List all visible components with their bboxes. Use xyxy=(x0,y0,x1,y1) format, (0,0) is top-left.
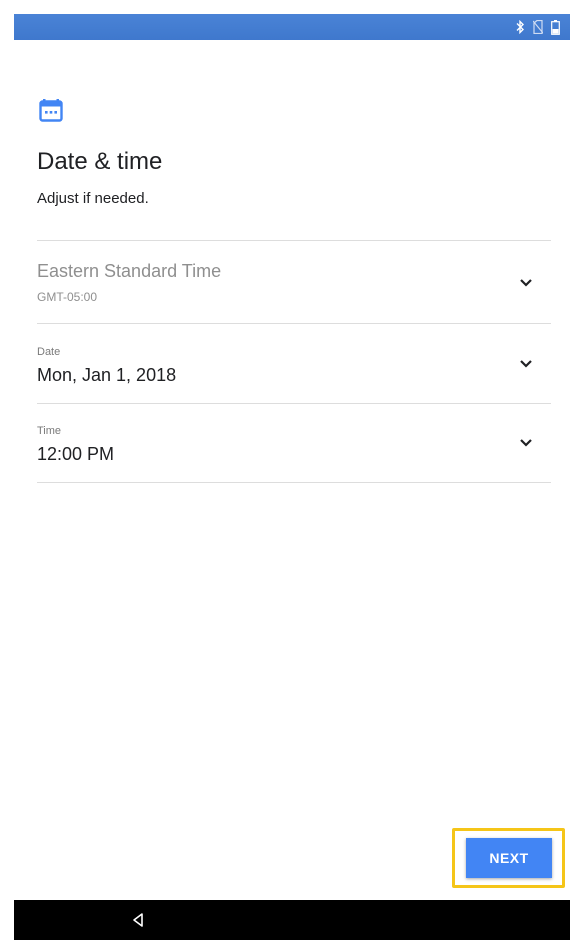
date-label: Date xyxy=(37,346,61,358)
time-value: 12:00 PM xyxy=(37,444,115,464)
bluetooth-icon xyxy=(516,20,524,34)
timezone-dropdown[interactable]: Eastern Standard Time GMT-05:00 xyxy=(37,245,551,323)
back-icon[interactable] xyxy=(126,910,150,930)
next-button[interactable]: NEXT xyxy=(466,838,552,878)
status-icons xyxy=(515,19,560,35)
divider xyxy=(37,482,551,483)
date-dropdown[interactable]: Date Mon, Jan 1, 2018 xyxy=(37,326,551,404)
battery-icon xyxy=(551,19,560,35)
timezone-offset: GMT-05:00 xyxy=(37,290,98,304)
divider xyxy=(37,403,551,404)
date-value: Mon, Jan 1, 2018 xyxy=(37,365,177,385)
page-subtitle: Adjust if needed. xyxy=(37,190,149,207)
timezone-name: Eastern Standard Time xyxy=(37,261,222,281)
time-dropdown[interactable]: Time 12:00 PM xyxy=(37,406,551,484)
chevron-down-icon xyxy=(520,360,532,368)
no-sim-icon xyxy=(533,20,543,34)
setup-screen: Date & time Adjust if needed. Eastern St… xyxy=(0,0,572,940)
calendar-icon xyxy=(39,99,63,122)
chevron-down-icon xyxy=(520,279,532,287)
time-label: Time xyxy=(37,425,62,437)
divider xyxy=(37,240,551,241)
navigation-bar xyxy=(14,900,570,940)
divider xyxy=(37,323,551,324)
page-title: Date & time xyxy=(37,148,163,175)
status-bar xyxy=(14,14,570,40)
chevron-down-icon xyxy=(520,439,532,447)
